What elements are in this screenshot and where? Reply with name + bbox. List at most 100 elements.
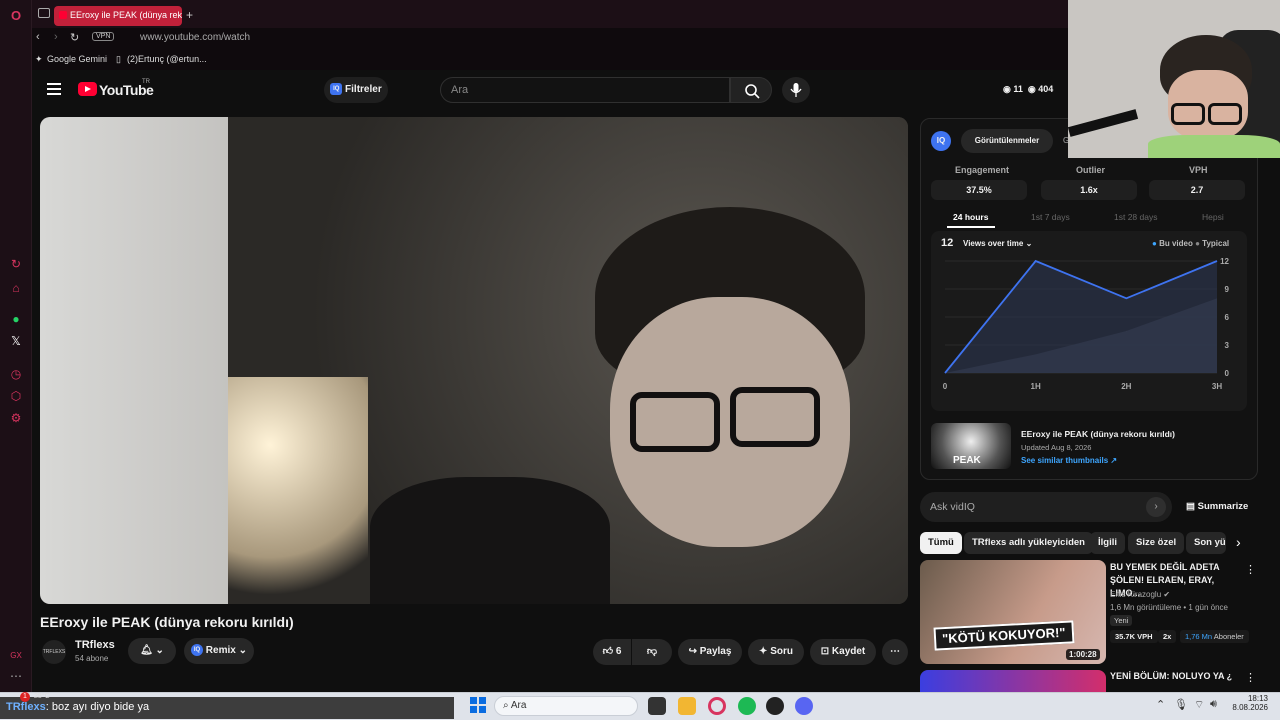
bookmarks-bar: ✦ Google Gemini ▯ (2)Ertunç (@ertun...	[32, 50, 1072, 70]
legend-bu-video: Bu video	[1159, 239, 1193, 248]
rec-duration: 1:00:28	[1066, 649, 1100, 660]
voice-search-button[interactable]	[782, 77, 810, 103]
bookmark-gemini[interactable]: Google Gemini	[47, 54, 107, 64]
rec2-thumbnail[interactable]	[920, 670, 1106, 692]
outlier-label: Outlier	[1076, 165, 1106, 175]
verified-icon: ✔	[1163, 590, 1171, 599]
thumbs-down-icon: 👎︎	[646, 646, 658, 657]
channel-avatar[interactable]: TRFLEXS	[42, 640, 66, 664]
tab-title: EEroxy ile PEAK (dünya rekc	[70, 10, 182, 20]
range-7d[interactable]: 1st 7 days	[1031, 212, 1070, 222]
tab-list-icon[interactable]	[38, 8, 50, 18]
tray-chevron-icon[interactable]: ⌃	[1156, 698, 1165, 711]
similar-thumbs-label: See similar thumbnails	[1021, 456, 1109, 465]
thumb-text: PEAK	[953, 455, 981, 466]
notification-button[interactable]: 🔔︎ ⌄	[128, 638, 176, 664]
spotify-icon[interactable]	[738, 697, 756, 715]
legend-dot-typical-icon: ●	[1195, 239, 1200, 248]
rec-thumb-text: "KÖTÜ KOKUYOR!"	[933, 620, 1075, 651]
rec2-menu-icon[interactable]: ⋮	[1245, 671, 1256, 684]
subscriber-count: 54 abone	[75, 654, 109, 663]
menu-icon[interactable]	[47, 83, 61, 95]
ask-vidiq-input[interactable]: Ask vidIQ ›	[920, 492, 1172, 522]
file-explorer-icon[interactable]	[678, 697, 696, 715]
range-all[interactable]: Hepsi	[1202, 212, 1224, 222]
rec-channel[interactable]: Enis Kirazoglu ✔	[1110, 590, 1170, 599]
active-tab[interactable]: EEroxy ile PEAK (dünya rekc	[54, 6, 182, 26]
chip-recent[interactable]: Son yü	[1186, 532, 1226, 554]
chart-dropdown[interactable]: Views over time ⌄	[963, 239, 1032, 248]
mic-icon	[790, 83, 802, 97]
box-icon[interactable]: ⬡	[8, 388, 24, 404]
browser-sidebar: O ↻ ⌂ ● 𝕏 ◷ ⬡ ⚙ GX ⋯	[0, 0, 32, 692]
tab-views[interactable]: Görüntülenmeler	[961, 129, 1053, 153]
summarize-button[interactable]: ▤ Summarize	[1186, 501, 1248, 512]
rec-menu-icon[interactable]: ⋮	[1245, 563, 1256, 576]
back-icon[interactable]: ‹	[36, 31, 40, 43]
chip-related[interactable]: İlgili	[1090, 532, 1125, 554]
rec-thumbnail[interactable]: "KÖTÜ KOKUYOR!" 1:00:28	[920, 560, 1106, 664]
search-input[interactable]: Ara	[440, 77, 730, 103]
mic-tray-icon[interactable]: 🎙︎	[1174, 698, 1188, 711]
filters-button[interactable]: IQ Filtreler	[324, 77, 388, 103]
similar-thumbs-link[interactable]: See similar thumbnails ↗	[1021, 456, 1117, 465]
remix-label: Remix	[205, 645, 236, 656]
new-tab-icon[interactable]: +	[186, 8, 193, 22]
vpn-badge[interactable]: VPN	[92, 32, 115, 41]
search-button[interactable]	[730, 77, 772, 103]
bag-icon[interactable]: ⌂	[8, 280, 24, 296]
summarize-icon: ▤	[1186, 501, 1195, 512]
url-text[interactable]: www.youtube.com/watch	[140, 32, 250, 43]
chip-for-you[interactable]: Size özel	[1128, 532, 1185, 554]
settings-icon[interactable]: ⚙	[8, 410, 24, 426]
opera-logo-icon[interactable]: O	[8, 8, 24, 24]
task-view-icon[interactable]	[648, 697, 666, 715]
clock[interactable]: 18:13 8.08.2026	[1232, 694, 1268, 712]
send-icon[interactable]: ›	[1146, 497, 1166, 517]
view-count: 404	[1038, 84, 1054, 94]
clock-icon[interactable]: ◷	[8, 366, 24, 382]
taskbar-search[interactable]: ⌕ Ara	[494, 696, 638, 716]
range-24h[interactable]: 24 hours	[953, 212, 988, 222]
vidiq-logo-icon: IQ	[931, 131, 951, 151]
x-icon[interactable]: 𝕏	[8, 333, 24, 349]
discord-icon[interactable]	[795, 697, 813, 715]
more-icon[interactable]: ⋯	[8, 668, 24, 684]
network-icon[interactable]: ⌔	[1194, 698, 1204, 712]
ask-button[interactable]: ✦ Soru	[748, 639, 804, 665]
like-button[interactable]: 👍︎ 6	[593, 639, 631, 665]
remix-button[interactable]: IQ Remix ⌄	[184, 638, 254, 664]
rec-channel-name: Enis Kirazoglu	[1110, 590, 1162, 599]
rec2-title[interactable]: YENİ BÖLÜM: NOLUYO YA ¿	[1110, 671, 1232, 681]
volume-icon[interactable]: 🔊︎	[1210, 698, 1217, 711]
chevron-down-icon: ⌄	[155, 645, 164, 656]
windows-start-icon[interactable]	[470, 697, 486, 713]
chips-next-icon[interactable]: ›	[1236, 534, 1241, 550]
history-icon[interactable]: ↻	[8, 256, 24, 272]
video-player[interactable]	[40, 117, 908, 604]
gx-icon[interactable]: GX	[8, 648, 24, 664]
opera-gx-taskbar-icon[interactable]	[708, 697, 726, 715]
whatsapp-icon[interactable]: ●	[8, 311, 24, 327]
youtube-logo-icon[interactable]	[78, 82, 97, 96]
rec-subs: 1,76 Mn Aboneler	[1180, 630, 1249, 643]
rec-new-badge: Yeni	[1110, 615, 1133, 626]
chip-uploader[interactable]: TRflexs adlı yükleyiciden	[964, 532, 1093, 554]
app-icon[interactable]	[766, 697, 784, 715]
chip-all[interactable]: Tümü	[920, 532, 962, 554]
save-label: Kaydet	[831, 646, 866, 657]
dislike-button[interactable]: 👎︎	[632, 639, 672, 665]
legend-dot-icon: ●	[1152, 239, 1157, 248]
video-glasses-right	[730, 387, 820, 447]
bookmark-ertunc[interactable]: (2)Ertunç (@ertun...	[127, 54, 207, 64]
save-button[interactable]: ⊡ Kaydet	[810, 639, 876, 665]
share-button[interactable]: ↪ Paylaş	[678, 639, 742, 665]
forward-icon[interactable]: ›	[54, 31, 58, 43]
dropdown-chevron-icon: ⌄	[1025, 239, 1033, 248]
range-28d[interactable]: 1st 28 days	[1114, 212, 1157, 222]
thumb-updated: Updated Aug 8, 2026	[1021, 443, 1092, 452]
more-actions-button[interactable]: ⋯	[882, 639, 908, 665]
channel-name[interactable]: TRflexs	[75, 639, 115, 651]
reload-icon[interactable]: ↻	[70, 31, 79, 44]
video-thumbnail[interactable]: PEAK	[931, 423, 1011, 469]
